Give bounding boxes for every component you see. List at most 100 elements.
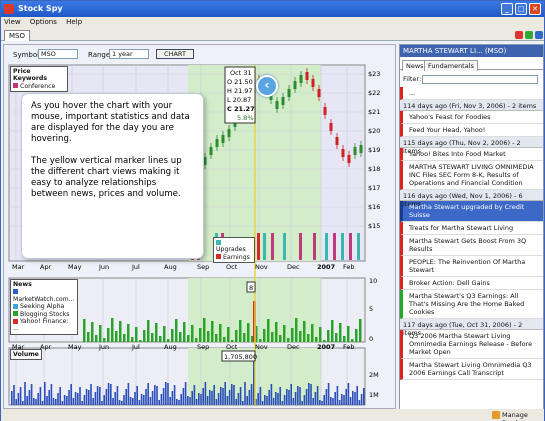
- tab-fundamentals[interactable]: Fundamentals: [424, 60, 478, 71]
- month-label: Aug: [164, 343, 177, 351]
- price-tick: $18: [368, 165, 380, 173]
- keyword-marker: [325, 233, 328, 260]
- candle-body: [299, 75, 303, 83]
- sidebar-tabs: News Fundamentals: [400, 59, 543, 71]
- feed-item[interactable]: Broker Action: Dell Gains: [400, 277, 543, 290]
- feed-item[interactable]: Treats for Martha Stewart Living: [400, 222, 543, 235]
- news-tick-10: 10: [369, 277, 377, 285]
- volume-bar: [116, 386, 119, 405]
- news-bar: [299, 331, 302, 342]
- news-bar: [239, 320, 242, 342]
- volume-bar: [259, 387, 262, 405]
- price-tick: $21: [368, 108, 380, 116]
- news-bar: [223, 337, 226, 342]
- rss-icon[interactable]: [492, 411, 500, 419]
- feed-item[interactable]: ...: [400, 87, 543, 100]
- news-source-marketwatch[interactable]: MarketWatch.com...: [13, 288, 75, 303]
- news-bar: [211, 321, 214, 342]
- volume-bar: [321, 401, 323, 405]
- news-sidebar: MARTHA STEWART LI... (MSO) News Fundamen…: [399, 44, 544, 409]
- volume-bar: [209, 390, 211, 405]
- news-bar: [139, 340, 142, 342]
- feed-item[interactable]: Q3 2006 Martha Stewart Living Omnimedia …: [400, 330, 543, 359]
- ohlc-low: L 20.87: [227, 96, 251, 104]
- news-source-seeking-alpha[interactable]: Seeking Alpha: [13, 303, 75, 310]
- volume-bar: [35, 399, 37, 405]
- feed-item[interactable]: Martha Stewart Living Omnimedia Q3 2006 …: [400, 359, 543, 380]
- volume-bar: [288, 390, 290, 405]
- month-label: Nov: [255, 343, 268, 351]
- news-bar: [335, 333, 338, 342]
- volume-bar: [151, 391, 154, 405]
- legend-item-earnings[interactable]: Earnings: [216, 254, 252, 261]
- volume-bar: [160, 394, 163, 405]
- keyword-marker: [263, 233, 266, 260]
- volume-bar: [57, 393, 59, 405]
- volume-bar: [50, 384, 53, 405]
- feed-item[interactable]: Feed Your Head, Yahoo!: [400, 124, 543, 137]
- volume-bar: [112, 398, 114, 405]
- legend-item-upgrades[interactable]: Upgrades: [216, 239, 252, 254]
- news-bar: [203, 318, 206, 342]
- month-label: May: [68, 343, 82, 351]
- volume-bar: [46, 396, 48, 405]
- volume-bar: [136, 386, 138, 405]
- feed-item[interactable]: PEOPLE: The Reinvention Of Martha Stewar…: [400, 256, 543, 277]
- feed-item[interactable]: Yahoo's Feast for Foodies: [400, 111, 543, 124]
- filter-select[interactable]: [422, 75, 538, 84]
- upgrades-swatch: [216, 239, 221, 245]
- volume-bar: [37, 393, 39, 405]
- volume-bar: [162, 388, 165, 405]
- volume-bar: [85, 389, 88, 405]
- volume-bar: [279, 387, 281, 405]
- news-bar: [283, 325, 286, 342]
- news-source-yahoo[interactable]: Yahoo! Finance: ...: [13, 318, 75, 333]
- feed-item[interactable]: Martha Stewart's Q3 Earnings: All That's…: [400, 290, 543, 319]
- month-label: Aug: [164, 263, 177, 271]
- volume-bar: [94, 392, 97, 405]
- volume-bar: [235, 399, 237, 405]
- volume-bar: [341, 394, 343, 405]
- volume-bar: [149, 397, 152, 405]
- price-tick: $23: [368, 70, 380, 78]
- volume-bar: [347, 383, 350, 405]
- news-bar: [187, 335, 190, 342]
- legend-item-conference[interactable]: Conference: [13, 83, 65, 90]
- volume-bar: [319, 400, 321, 405]
- month-label: Jul: [131, 263, 140, 271]
- feed-item[interactable]: Martha Stewart Gets Boost From 3Q Result…: [400, 235, 543, 256]
- news-bar: [87, 332, 90, 342]
- earnings-swatch: [216, 254, 221, 260]
- volume-bar: [39, 387, 42, 405]
- news-bar: [267, 319, 270, 342]
- volume-bar: [200, 394, 202, 405]
- volume-bar: [272, 398, 275, 405]
- month-label: 2007: [317, 263, 335, 271]
- volume-bar: [301, 401, 303, 405]
- volume-bar: [83, 395, 86, 405]
- volume-bar: [358, 400, 361, 405]
- chevron-left-icon[interactable]: ‹: [256, 75, 278, 97]
- news-bar: [103, 338, 106, 342]
- news-source-blogging-stocks[interactable]: Blogging Stocks: [13, 311, 75, 318]
- month-label: Jul: [131, 343, 140, 351]
- volume-bar: [305, 389, 308, 405]
- volume-bar: [334, 392, 336, 405]
- feed-item[interactable]: Yahoo! Bites Into Food Market: [400, 148, 543, 161]
- manage-feeds-link[interactable]: Manage Feeds: [502, 411, 544, 421]
- volume-bar: [48, 390, 50, 405]
- feed-item[interactable]: Martha Stewart upgraded by Credit Suisse: [400, 201, 543, 222]
- news-bar: [219, 324, 222, 342]
- volume-bar: [312, 398, 314, 405]
- month-label: Sep: [197, 263, 209, 271]
- news-bar: [263, 329, 266, 342]
- volume-bar: [171, 391, 174, 405]
- volume-bar: [88, 390, 90, 405]
- volume-bar: [323, 395, 325, 405]
- news-bar: [279, 335, 282, 342]
- feed-item[interactable]: MARTHA STEWART LIVING OMNIMEDIA INC File…: [400, 161, 543, 190]
- month-label: Mar: [12, 263, 25, 271]
- volume-bar: [44, 382, 46, 405]
- month-label: Feb: [343, 343, 355, 351]
- price-keywords-title: Price Keywords: [13, 68, 48, 83]
